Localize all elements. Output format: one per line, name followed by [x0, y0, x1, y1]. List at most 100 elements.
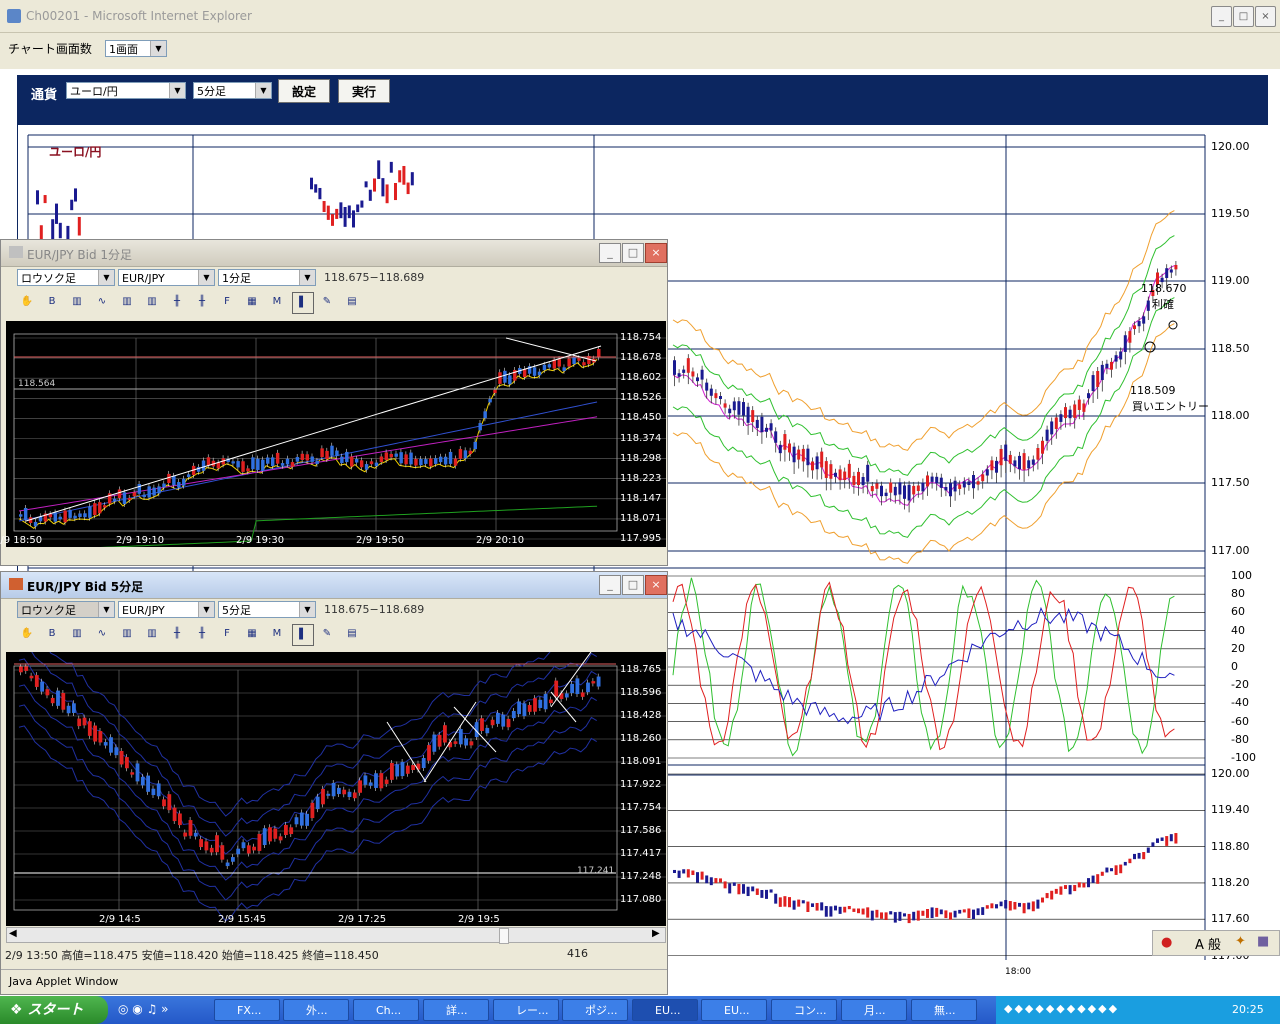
mini-candle	[866, 907, 870, 918]
candle-body	[884, 492, 888, 497]
candle-body	[1054, 417, 1058, 429]
candle-icon[interactable]: ╫	[192, 624, 212, 644]
candle-body	[547, 364, 552, 368]
print-icon[interactable]: ▤	[342, 624, 362, 644]
hand-icon[interactable]: ✋	[17, 292, 37, 312]
mini-candle	[1100, 871, 1104, 876]
taskbar-item[interactable]: コン...	[771, 999, 837, 1021]
wave-icon[interactable]: ∿	[92, 292, 112, 312]
osc-tick-label: 40	[1231, 623, 1245, 637]
taskbar-item[interactable]: EU...	[632, 999, 698, 1021]
applet1-type-select[interactable]: ロウソク足 ▼	[17, 269, 115, 286]
applet1-interval-select[interactable]: 1分足 ▼	[218, 269, 316, 286]
quick-launch[interactable]: ◎ ◉ ♫ »	[118, 1002, 168, 1016]
start-button[interactable]: ❖ スタート	[0, 996, 108, 1024]
set-button[interactable]: 設定	[278, 79, 330, 103]
candle-body	[356, 204, 360, 213]
minimize-button[interactable]: _	[1211, 6, 1232, 27]
line-chart-icon[interactable]: ▌	[292, 292, 314, 314]
candle-icon[interactable]: ▥	[117, 624, 137, 644]
mini-candle	[815, 902, 819, 911]
scroll-right-icon[interactable]: ▶	[652, 928, 660, 939]
chart-icon[interactable]: ▥	[67, 292, 87, 312]
fix-icon[interactable]: F	[217, 624, 237, 644]
chart-icon[interactable]: ▥	[67, 624, 87, 644]
taskbar-item[interactable]: 詳...	[423, 999, 489, 1021]
candle-body	[402, 165, 406, 185]
taskbar-item[interactable]: EU...	[701, 999, 767, 1021]
candle-body	[424, 459, 428, 464]
candle-body	[755, 419, 759, 428]
tray-icons[interactable]: ◆◆◆◆◆◆◆◆◆◆◆	[1004, 1002, 1119, 1015]
candle-body	[490, 719, 495, 726]
ma-fix-icon[interactable]: M	[267, 624, 287, 644]
applet2-close-button[interactable]: ×	[645, 575, 667, 595]
candle-icon[interactable]: ▥	[142, 624, 162, 644]
candle-body	[257, 833, 262, 851]
applet2-pair-select[interactable]: EUR/JPY ▼	[118, 601, 215, 618]
mini-candle	[1114, 865, 1118, 875]
ime-bar[interactable]: ● A 般 ✦ ■	[1152, 930, 1280, 956]
hand-icon[interactable]: ✋	[17, 624, 37, 644]
taskbar-item[interactable]: 外...	[283, 999, 349, 1021]
ma-fix-icon[interactable]: M	[267, 292, 287, 312]
candle-body	[1018, 455, 1021, 470]
bid-ask-icon[interactable]: B	[42, 292, 62, 312]
applet2-type-select[interactable]: ロウソク足 ▼	[17, 601, 115, 618]
entry-price-label: 118.509	[1130, 384, 1176, 397]
currency-select[interactable]: ユーロ/円 ▼	[66, 82, 186, 99]
taskbar-item[interactable]: Ch...	[353, 999, 419, 1021]
taskbar-item[interactable]: 無...	[911, 999, 977, 1021]
scroll-left-icon[interactable]: ◀	[9, 928, 17, 939]
applet1-close-button[interactable]: ×	[645, 243, 667, 263]
candle-icon[interactable]: ╫	[192, 292, 212, 312]
taskbar-item[interactable]: 月...	[841, 999, 907, 1021]
bar-icon[interactable]: ▦	[242, 624, 262, 644]
candle-body	[432, 734, 437, 752]
line-chart-icon[interactable]: ▌	[292, 624, 314, 646]
y-tick-label: 118.260	[620, 733, 662, 744]
candle-body	[256, 458, 260, 470]
wave-icon[interactable]: ∿	[92, 624, 112, 644]
mini-candle	[898, 911, 902, 921]
mini-candle	[811, 903, 814, 907]
applet1-maximize-button[interactable]: □	[622, 243, 644, 263]
candle-body	[549, 699, 553, 704]
candle-body	[935, 476, 939, 484]
candle-icon[interactable]: ╫	[167, 624, 187, 644]
candle-body	[1073, 404, 1077, 418]
bid-ask-icon[interactable]: B	[42, 624, 62, 644]
candle-body	[429, 458, 433, 467]
taskbar-item[interactable]: FX...	[214, 999, 280, 1021]
screens-select[interactable]: 1画面 ▼	[105, 40, 167, 57]
close-button[interactable]: ×	[1255, 6, 1276, 27]
entry-label: 買いエントリー	[1132, 400, 1209, 413]
taskbar-item[interactable]: レー...	[493, 999, 559, 1021]
applet2-interval-select[interactable]: 5分足 ▼	[218, 601, 316, 618]
candle-icon[interactable]: ╫	[167, 292, 187, 312]
mini-candle	[889, 911, 893, 915]
applet1-minimize-button[interactable]: _	[599, 243, 621, 263]
fix-icon[interactable]: F	[217, 292, 237, 312]
candle-body	[33, 521, 38, 527]
candle-body	[58, 516, 62, 520]
taskbar-item[interactable]: ポジ...	[562, 999, 628, 1021]
bar-icon[interactable]: ▦	[242, 292, 262, 312]
applet2-maximize-button[interactable]: □	[622, 575, 644, 595]
pen-icon[interactable]: ✎	[317, 292, 337, 312]
pen-icon[interactable]: ✎	[317, 624, 337, 644]
scroll-thumb[interactable]	[499, 928, 509, 944]
mini-candle	[1133, 853, 1136, 860]
candle-body	[939, 477, 943, 488]
interval-select[interactable]: 5分足 ▼	[193, 82, 272, 99]
maximize-button[interactable]: □	[1233, 6, 1254, 27]
applet2-scrollbar[interactable]: ◀ ▶	[6, 927, 666, 944]
mini-candle	[1110, 868, 1113, 872]
applet1-pair-select[interactable]: EUR/JPY ▼	[118, 269, 215, 286]
candle-body	[399, 452, 403, 464]
candle-icon[interactable]: ▥	[142, 292, 162, 312]
print-icon[interactable]: ▤	[342, 292, 362, 312]
run-button[interactable]: 実行	[338, 79, 390, 103]
candle-icon[interactable]: ▥	[117, 292, 137, 312]
applet2-minimize-button[interactable]: _	[599, 575, 621, 595]
